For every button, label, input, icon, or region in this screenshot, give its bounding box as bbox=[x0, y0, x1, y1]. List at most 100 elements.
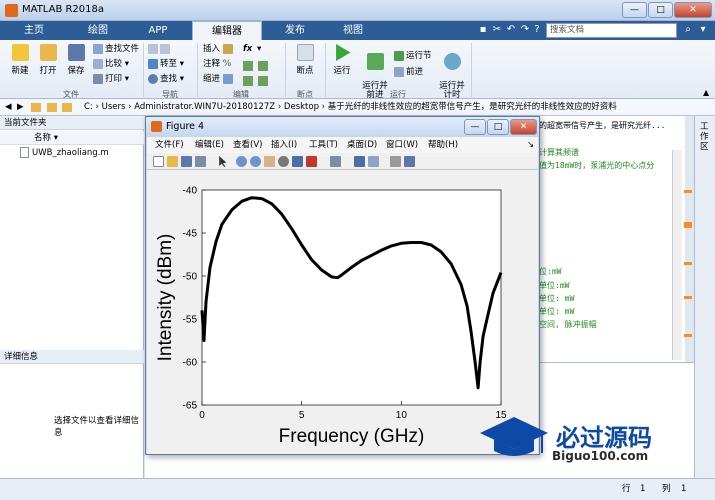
run-label: 运行 bbox=[333, 66, 351, 76]
pan-hand-icon[interactable] bbox=[264, 156, 275, 167]
open-button[interactable]: 打开 bbox=[36, 44, 60, 76]
comment-block-icon[interactable] bbox=[243, 61, 253, 71]
save-figure-icon[interactable] bbox=[181, 156, 192, 167]
data-cursor-icon[interactable] bbox=[292, 156, 303, 167]
comment-button[interactable]: 注释 % bbox=[203, 58, 231, 71]
advance-button[interactable]: 前进 bbox=[394, 66, 423, 79]
tab-plots[interactable]: 绘图 bbox=[68, 21, 128, 40]
analyzer-marker[interactable] bbox=[684, 334, 692, 337]
zoom-out-icon[interactable] bbox=[250, 156, 261, 167]
run-section-button[interactable]: 运行节 bbox=[394, 50, 432, 63]
cut-icon[interactable]: ✂ bbox=[491, 24, 503, 36]
legend-icon[interactable] bbox=[368, 156, 379, 167]
zoom-in-icon[interactable] bbox=[236, 156, 247, 167]
analyzer-marker[interactable] bbox=[684, 190, 692, 193]
save-quick-icon[interactable]: ▪ bbox=[477, 24, 489, 36]
print-button[interactable]: 打印 ▾ bbox=[93, 73, 129, 86]
tab-editor[interactable]: 编辑器 bbox=[192, 21, 262, 41]
close-button[interactable]: ✕ bbox=[674, 2, 712, 18]
up-folder-icon[interactable] bbox=[31, 103, 41, 112]
current-folder-path[interactable]: C: › Users › Administrator.WIN7U-2018012… bbox=[84, 99, 617, 115]
root-folder-icon[interactable] bbox=[62, 103, 72, 112]
code-line[interactable]: 值为18mW时，泵浦光的中心点分 bbox=[539, 160, 654, 171]
file-list-item[interactable]: UWB_zhaoliang.m bbox=[20, 147, 109, 159]
maximize-button[interactable]: □ bbox=[648, 2, 673, 18]
figure-canvas[interactable]: 0 5 10 15 -40 -45 -50 -55 -60 -65 Frequency (GHz)… bbox=[147, 170, 538, 454]
menu-dock-arrow-icon[interactable]: ↘ bbox=[527, 137, 534, 153]
status-bar: 行 1 列 1 bbox=[0, 478, 715, 500]
tab-home[interactable]: 主页 bbox=[0, 21, 68, 40]
menu-file[interactable]: 文件(F) bbox=[155, 137, 184, 153]
workspace-sidebar[interactable]: 工作区 bbox=[694, 116, 715, 478]
analyzer-marker[interactable] bbox=[684, 222, 692, 228]
rotate-3d-icon[interactable] bbox=[278, 156, 289, 167]
run-button[interactable]: 运行 bbox=[328, 44, 356, 76]
print-figure-icon[interactable] bbox=[195, 156, 206, 167]
analyzer-marker[interactable] bbox=[684, 262, 692, 265]
notifications-icon[interactable]: ▾ bbox=[697, 24, 709, 36]
wrap-comment-icon[interactable] bbox=[243, 76, 253, 86]
name-column-header[interactable]: 名称 ▾ bbox=[0, 131, 144, 145]
find-button[interactable]: 查找 ▾ bbox=[148, 73, 184, 86]
code-line[interactable]: 单位: mW bbox=[539, 306, 574, 317]
insert-button[interactable]: 插入 bbox=[203, 43, 235, 56]
back-forward-buttons[interactable] bbox=[148, 43, 172, 56]
new-figure-icon[interactable] bbox=[153, 156, 164, 167]
indent-button[interactable]: 缩进 bbox=[203, 73, 235, 86]
code-line[interactable]: 空间, 脉冲振幅 bbox=[539, 319, 597, 330]
figure-title-bar[interactable]: Figure 4 — □ ✕ bbox=[146, 117, 539, 137]
help-icon[interactable]: ? bbox=[531, 24, 543, 36]
show-plot-tools-icon[interactable] bbox=[404, 156, 415, 167]
smart-indent-icon[interactable] bbox=[258, 76, 268, 86]
editor-scrollbar[interactable] bbox=[672, 150, 682, 360]
fx-button[interactable]: fx bbox=[243, 43, 252, 56]
tab-publish[interactable]: 发布 bbox=[266, 21, 324, 40]
link-plot-icon[interactable] bbox=[330, 156, 341, 167]
code-line[interactable]: 单位:mW bbox=[539, 280, 569, 291]
tab-view[interactable]: 视图 bbox=[324, 21, 382, 40]
back-arrow-icon[interactable]: ◀ bbox=[5, 99, 12, 115]
line-chart[interactable]: 0 5 10 15-40-45-50-55-60-65 Frequency (GHz)… bbox=[147, 170, 538, 454]
breakpoints-button[interactable]: 断点 bbox=[290, 44, 320, 76]
search-icon[interactable]: ⌕ bbox=[682, 24, 694, 36]
figure-minimize-button[interactable]: — bbox=[464, 119, 486, 135]
brush-icon[interactable] bbox=[306, 156, 317, 167]
menu-tools[interactable]: 工具(T) bbox=[309, 137, 338, 153]
redo-icon[interactable]: ↷ bbox=[519, 24, 531, 36]
editor-tab-title[interactable]: 的超宽带信号产生，是研究光纤... bbox=[539, 120, 665, 131]
insert-fx-arrow[interactable]: ▾ bbox=[257, 43, 261, 56]
code-line[interactable]: 位:mW bbox=[539, 266, 561, 277]
search-docs-input[interactable]: 搜索文档 bbox=[546, 23, 677, 38]
code-line[interactable]: 计算其频谱 bbox=[539, 147, 579, 158]
save-button[interactable]: 保存 bbox=[64, 44, 88, 76]
pointer-icon[interactable] bbox=[219, 156, 227, 167]
menu-view[interactable]: 查看(V) bbox=[233, 137, 262, 153]
compare-button[interactable]: 比较 ▾ bbox=[93, 58, 129, 71]
browse-folder-icon[interactable] bbox=[47, 103, 57, 112]
row-label: 行 bbox=[622, 484, 631, 494]
open-file-icon[interactable] bbox=[167, 156, 178, 167]
minimize-button[interactable]: — bbox=[622, 2, 647, 18]
colorbar-icon[interactable] bbox=[354, 156, 365, 167]
figure-window[interactable]: Figure 4 — □ ✕ 文件(F) 编辑(E) 查看(V) 插入(I) 工… bbox=[145, 116, 540, 455]
menu-help[interactable]: 帮助(H) bbox=[428, 137, 458, 153]
collapse-ribbon-icon[interactable]: ▲ bbox=[703, 88, 709, 97]
new-button[interactable]: 新建 bbox=[8, 44, 32, 76]
tab-apps[interactable]: APP bbox=[128, 21, 188, 40]
analyzer-marker[interactable] bbox=[684, 296, 692, 299]
menu-insert[interactable]: 插入(I) bbox=[271, 137, 297, 153]
figure-close-button[interactable]: ✕ bbox=[510, 119, 537, 135]
find-files-button[interactable]: 查找文件 bbox=[93, 43, 139, 56]
hide-plot-tools-icon[interactable] bbox=[390, 156, 401, 167]
uncomment-icon[interactable] bbox=[258, 61, 268, 71]
menu-edit[interactable]: 编辑(E) bbox=[195, 137, 224, 153]
plot-area[interactable] bbox=[201, 189, 502, 406]
forward-arrow-icon[interactable]: ▶ bbox=[17, 99, 24, 115]
undo-icon[interactable]: ↶ bbox=[505, 24, 517, 36]
floppy-icon bbox=[67, 44, 85, 61]
goto-button[interactable]: 转至 ▾ bbox=[148, 58, 184, 71]
menu-desktop[interactable]: 桌面(D) bbox=[347, 137, 377, 153]
code-line[interactable]: 单位: mW bbox=[539, 293, 574, 304]
figure-maximize-button[interactable]: □ bbox=[487, 119, 509, 135]
menu-window[interactable]: 窗口(W) bbox=[386, 137, 418, 153]
